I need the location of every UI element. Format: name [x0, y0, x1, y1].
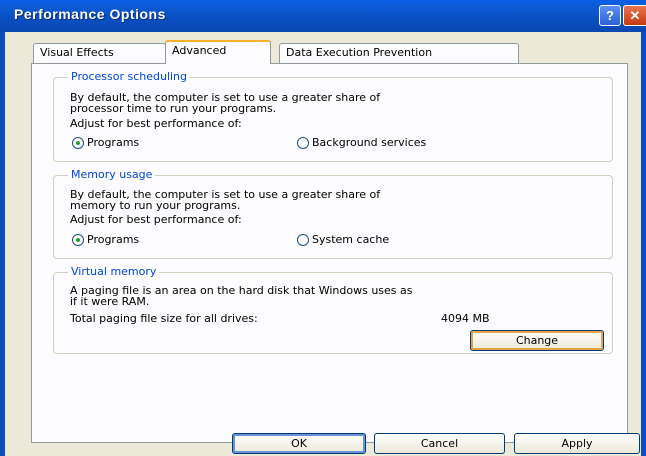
change-button[interactable]: Change	[470, 330, 604, 351]
processor-adjust-label: Adjust for best performance of:	[70, 117, 242, 130]
memory-usage-label: Memory usage	[68, 168, 156, 181]
processor-programs-radio[interactable]	[72, 137, 84, 149]
performance-options-window: Performance Options ? ✕ Visual Effects A…	[0, 0, 646, 456]
memory-system-cache-radio[interactable]	[297, 234, 309, 246]
memory-programs-radio[interactable]	[72, 234, 84, 246]
virtual-memory-label: Virtual memory	[68, 265, 160, 278]
ok-button[interactable]: OK	[232, 433, 366, 454]
window-right-border	[641, 32, 646, 456]
virtual-description-line2: if it were RAM.	[70, 295, 150, 308]
apply-button[interactable]: Apply	[514, 433, 640, 454]
question-icon: ?	[606, 8, 614, 23]
window-title: Performance Options	[14, 6, 166, 22]
processor-scheduling-label: Processor scheduling	[68, 70, 191, 83]
tab-advanced[interactable]: Advanced	[165, 40, 271, 64]
tab-visual-effects[interactable]: Visual Effects	[33, 43, 166, 63]
cancel-button[interactable]: Cancel	[374, 433, 505, 454]
total-paging-file-value: 4094 MB	[441, 312, 490, 325]
memory-adjust-label: Adjust for best performance of:	[70, 213, 242, 226]
processor-description-line2: processor time to run your programs.	[70, 102, 277, 115]
close-icon: ✕	[629, 7, 641, 23]
processor-programs-label[interactable]: Programs	[87, 137, 139, 149]
memory-system-cache-label[interactable]: System cache	[312, 234, 389, 246]
help-button[interactable]: ?	[599, 5, 621, 26]
close-button[interactable]: ✕	[623, 5, 646, 26]
memory-programs-label[interactable]: Programs	[87, 234, 139, 246]
tab-data-execution-prevention[interactable]: Data Execution Prevention	[279, 43, 519, 63]
total-paging-file-label: Total paging file size for all drives:	[70, 312, 258, 325]
processor-background-services-label[interactable]: Background services	[312, 137, 426, 149]
window-left-border	[0, 32, 5, 456]
processor-background-services-radio[interactable]	[297, 137, 309, 149]
title-bar[interactable]: Performance Options ? ✕	[0, 0, 646, 32]
memory-description-line2: memory to run your programs.	[70, 199, 241, 212]
